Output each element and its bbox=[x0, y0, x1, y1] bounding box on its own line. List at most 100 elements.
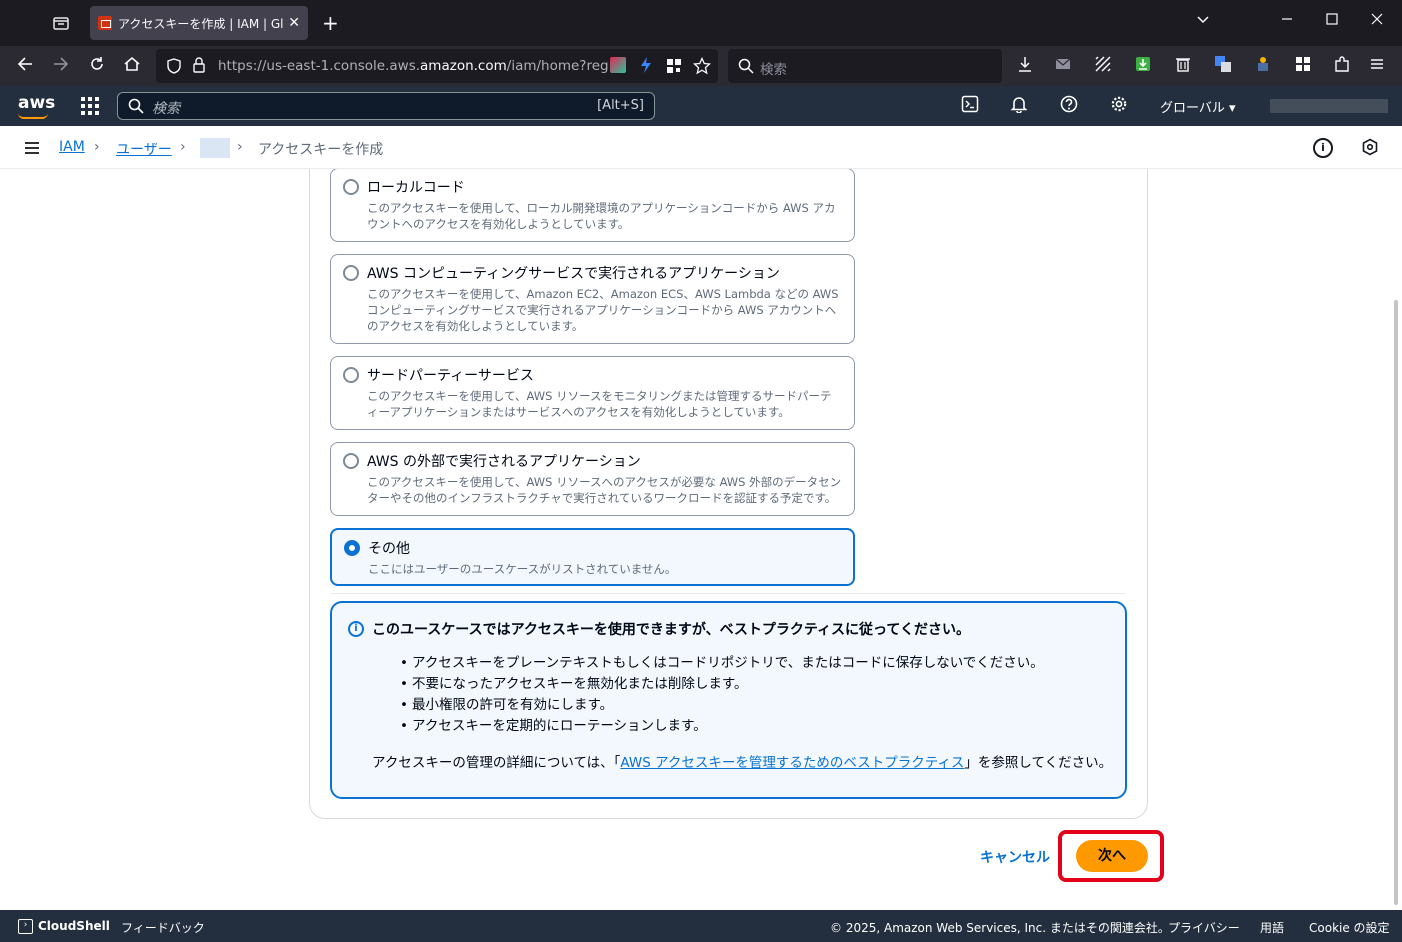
best-practices-link[interactable]: AWS アクセスキーを管理するためのベストプラクティス bbox=[620, 755, 964, 771]
hexagon-help-icon[interactable] bbox=[1360, 138, 1380, 158]
option-title: ローカルコード bbox=[367, 180, 465, 196]
radio-third-party[interactable] bbox=[343, 367, 359, 383]
chevron-right-icon: › bbox=[180, 139, 186, 155]
option-desc: このアクセスキーを使用して、AWS リソースをモニタリングまたは管理するサードパ… bbox=[367, 389, 832, 419]
mail-icon[interactable] bbox=[1052, 55, 1074, 77]
alert-list-item: アクセスキーを定期的にローテーションします。 bbox=[400, 716, 1044, 737]
puzzle-color-extension-icon[interactable] bbox=[1252, 55, 1274, 77]
option-title: AWS コンピューティングサービスで実行されるアプリケーション bbox=[367, 266, 780, 282]
info-icon[interactable]: i bbox=[1313, 138, 1333, 158]
alert-list-item: アクセスキーをプレーンテキストもしくはコードリポジトリで、またはコードに保存しな… bbox=[400, 653, 1044, 674]
bookmark-star-icon[interactable] bbox=[692, 56, 712, 79]
cloudshell-icon[interactable] bbox=[959, 95, 981, 117]
option-desc: このアクセスキーを使用して、ローカル開発環境のアプリケーションコードから AWS… bbox=[367, 201, 836, 231]
cloudshell-icon[interactable]: › bbox=[18, 919, 33, 934]
shield-icon[interactable] bbox=[166, 58, 182, 78]
alert-list: アクセスキーをプレーンテキストもしくはコードリポジトリで、またはコードに保存しな… bbox=[400, 653, 1044, 737]
reload-icon[interactable] bbox=[86, 55, 108, 77]
radio-other[interactable] bbox=[344, 540, 360, 556]
tab-close-icon[interactable]: ✕ bbox=[288, 15, 300, 31]
extension-pattern-icon[interactable] bbox=[1092, 55, 1114, 77]
settings-gear-icon[interactable] bbox=[1108, 95, 1130, 117]
divider bbox=[330, 593, 1126, 594]
footer-feedback[interactable]: フィードバック bbox=[121, 919, 205, 936]
browser-search-input[interactable]: 検索 bbox=[728, 49, 1002, 83]
option-local-code[interactable]: ローカルコード このアクセスキーを使用して、ローカル開発環境のアプリケーションコ… bbox=[330, 169, 855, 242]
browser-tab-bar: アクセスキーを作成 | IAM | Global ✕ + bbox=[0, 0, 1402, 46]
apps-extension-icon[interactable] bbox=[1292, 55, 1314, 77]
chevron-right-icon: › bbox=[94, 139, 100, 155]
green-download-extension-icon[interactable] bbox=[1132, 55, 1154, 77]
url-bar[interactable]: https://us-east-1.console.aws.amazon.com… bbox=[156, 49, 718, 83]
radio-aws-compute[interactable] bbox=[343, 265, 359, 281]
url-text[interactable]: https://us-east-1.console.aws.amazon.com… bbox=[218, 58, 608, 74]
footer-privacy[interactable]: プライバシー bbox=[1168, 919, 1240, 936]
services-grid-icon[interactable] bbox=[80, 96, 100, 120]
option-third-party[interactable]: サードパーティーサービス このアクセスキーを使用して、AWS リソースをモニタリ… bbox=[330, 356, 855, 430]
translate-extension-icon[interactable] bbox=[1212, 55, 1234, 77]
breadcrumb-current: アクセスキーを作成 bbox=[258, 142, 384, 158]
option-desc: このアクセスキーを使用して、AWS リソースへのアクセスが必要な AWS 外部の… bbox=[367, 475, 842, 505]
alert-list-item: 不要になったアクセスキーを無効化または削除します。 bbox=[400, 674, 1044, 695]
aws-logo[interactable]: aws bbox=[18, 93, 55, 113]
tab-overflow-chevron-icon[interactable] bbox=[1196, 12, 1210, 30]
search-icon bbox=[738, 58, 754, 78]
lock-icon[interactable] bbox=[192, 57, 206, 77]
extensions-icon[interactable] bbox=[1331, 55, 1353, 77]
search-icon bbox=[128, 98, 144, 118]
new-tab-button[interactable]: + bbox=[322, 11, 339, 35]
side-nav-menu-icon[interactable] bbox=[24, 140, 40, 160]
back-icon[interactable] bbox=[14, 55, 36, 77]
aws-search-placeholder: 検索 bbox=[152, 101, 180, 117]
main-content: ローカルコード このアクセスキーを使用して、ローカル開発環境のアプリケーションコ… bbox=[0, 169, 1402, 910]
breadcrumb-iam[interactable]: IAM bbox=[59, 139, 85, 155]
forward-icon[interactable] bbox=[50, 55, 72, 77]
footer-cloudshell[interactable]: CloudShell bbox=[38, 919, 110, 933]
option-title: サードパーティーサービス bbox=[367, 368, 534, 384]
option-other[interactable]: その他 ここにはユーザーのユースケースがリストされていません。 bbox=[330, 528, 855, 586]
console-footer: › CloudShell フィードバック © 2025, Amazon Web … bbox=[0, 910, 1402, 942]
region-selector[interactable]: グローバル ▾ bbox=[1160, 97, 1236, 116]
breadcrumb-username-masked[interactable] bbox=[200, 138, 230, 158]
minimize-icon[interactable] bbox=[1280, 12, 1294, 30]
tab-list-icon[interactable] bbox=[50, 12, 72, 34]
help-question-icon[interactable] bbox=[1058, 95, 1080, 117]
radio-local-code[interactable] bbox=[343, 179, 359, 195]
notifications-bell-icon[interactable] bbox=[1008, 95, 1030, 117]
best-practice-alert: i このユースケースではアクセスキーを使用できますが、ベストプラクティスに従って… bbox=[330, 601, 1127, 799]
footer-terms[interactable]: 用語 bbox=[1260, 919, 1284, 936]
breadcrumb-bar: IAM › ユーザー › › アクセスキーを作成 i bbox=[0, 126, 1402, 169]
aws-logo-smile-icon bbox=[18, 113, 48, 119]
page-scrollbar[interactable] bbox=[1394, 300, 1398, 905]
aws-favicon-icon bbox=[98, 16, 112, 30]
chevron-right-icon: › bbox=[237, 139, 243, 155]
trash-extension-icon[interactable] bbox=[1172, 55, 1194, 77]
alert-title: このユースケースではアクセスキーを使用できますが、ベストプラクティスに従ってくだ… bbox=[372, 622, 970, 638]
aws-console-header: aws 検索 [Alt+S] グローバル ▾ bbox=[0, 86, 1402, 126]
hamburger-menu-icon[interactable] bbox=[1366, 55, 1388, 77]
lightning-icon[interactable] bbox=[640, 57, 652, 77]
next-button[interactable]: 次へ bbox=[1076, 840, 1148, 872]
download-icon[interactable] bbox=[1014, 55, 1036, 77]
browser-nav-bar: https://us-east-1.console.aws.amazon.com… bbox=[0, 46, 1402, 86]
aws-search-input[interactable]: 検索 [Alt+S] bbox=[117, 92, 655, 120]
home-icon[interactable] bbox=[121, 55, 143, 77]
maximize-icon[interactable] bbox=[1325, 12, 1339, 30]
breadcrumb-users[interactable]: ユーザー bbox=[116, 139, 172, 159]
window-close-icon[interactable] bbox=[1370, 12, 1384, 30]
alert-footer: アクセスキーの管理の詳細については、「AWS アクセスキーを管理するためのベスト… bbox=[372, 751, 1112, 771]
option-title: AWS の外部で実行されるアプリケーション bbox=[367, 454, 641, 470]
option-outside-aws[interactable]: AWS の外部で実行されるアプリケーション このアクセスキーを使用して、AWS … bbox=[330, 442, 855, 516]
option-desc: このアクセスキーを使用して、Amazon EC2、Amazon ECS、AWS … bbox=[367, 287, 839, 333]
browser-search-placeholder: 検索 bbox=[760, 62, 787, 78]
alert-list-item: 最小権限の許可を有効にします。 bbox=[400, 695, 1044, 716]
option-aws-compute[interactable]: AWS コンピューティングサービスで実行されるアプリケーション このアクセスキー… bbox=[330, 254, 855, 344]
active-tab[interactable]: アクセスキーを作成 | IAM | Global ✕ bbox=[90, 6, 308, 40]
footer-cookie[interactable]: Cookie の設定 bbox=[1309, 919, 1390, 936]
cancel-button[interactable]: キャンセル bbox=[980, 847, 1050, 867]
account-menu-masked[interactable] bbox=[1270, 99, 1388, 113]
qr-code-icon[interactable] bbox=[666, 58, 682, 78]
alert-footer-suffix: 」を参照してください。 bbox=[964, 755, 1113, 771]
extension-badge-icon[interactable] bbox=[610, 57, 626, 73]
radio-outside-aws[interactable] bbox=[343, 453, 359, 469]
